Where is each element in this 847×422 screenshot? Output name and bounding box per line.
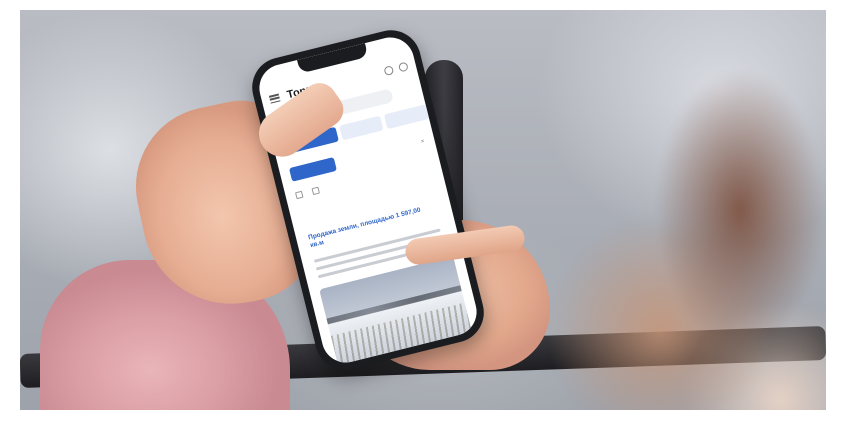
blurred-hair	[540, 70, 826, 410]
tab-second[interactable]	[339, 115, 384, 141]
photo-scene: Торги ×	[20, 10, 826, 410]
tab-third[interactable]	[384, 104, 430, 130]
close-icon[interactable]: ×	[420, 139, 425, 146]
menu-icon[interactable]	[268, 93, 281, 104]
search-icon[interactable]	[383, 64, 395, 76]
user-icon[interactable]	[397, 61, 409, 72]
checkbox-one[interactable]	[295, 190, 304, 200]
checkbox-two[interactable]	[311, 186, 320, 196]
header-icons	[383, 61, 409, 76]
filter-button[interactable]	[288, 157, 337, 182]
checkbox-row	[295, 186, 320, 200]
